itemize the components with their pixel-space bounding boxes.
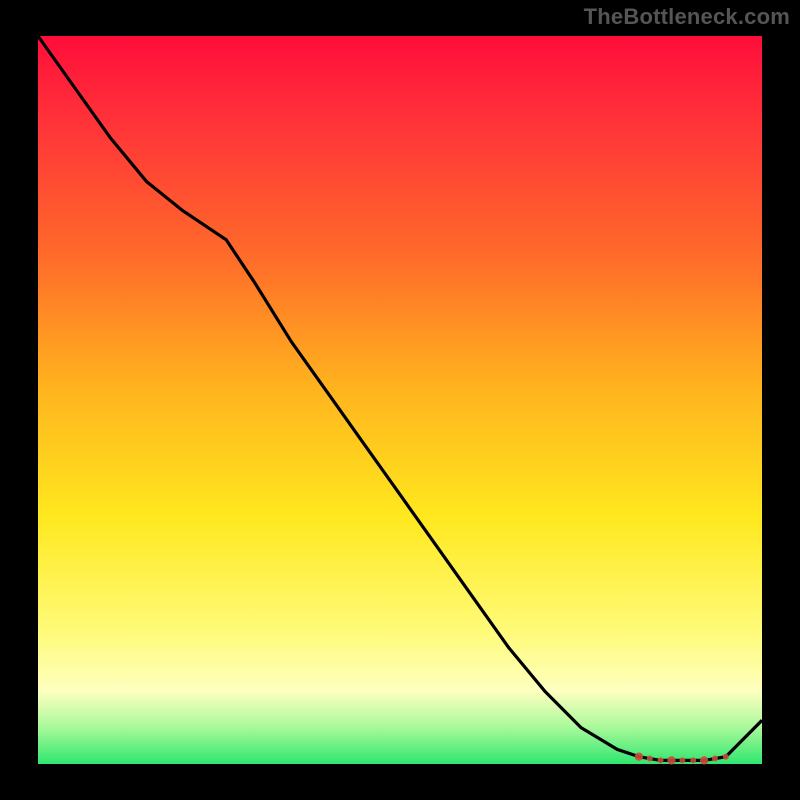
- plot-area: [38, 36, 762, 764]
- optimal-marker: [700, 756, 708, 764]
- optimal-marker: [635, 753, 643, 761]
- bottleneck-curve: [38, 36, 762, 764]
- optimal-marker: [679, 757, 685, 763]
- chart-frame: TheBottleneck.com: [0, 0, 800, 800]
- optimal-marker: [658, 757, 664, 763]
- curve-line: [38, 36, 762, 760]
- attribution-text: TheBottleneck.com: [584, 4, 790, 30]
- optimal-marker-band: [635, 753, 729, 765]
- optimal-marker: [690, 757, 696, 763]
- optimal-marker: [667, 756, 675, 764]
- optimal-marker: [647, 756, 653, 762]
- optimal-marker: [723, 754, 729, 760]
- optimal-marker: [712, 756, 718, 762]
